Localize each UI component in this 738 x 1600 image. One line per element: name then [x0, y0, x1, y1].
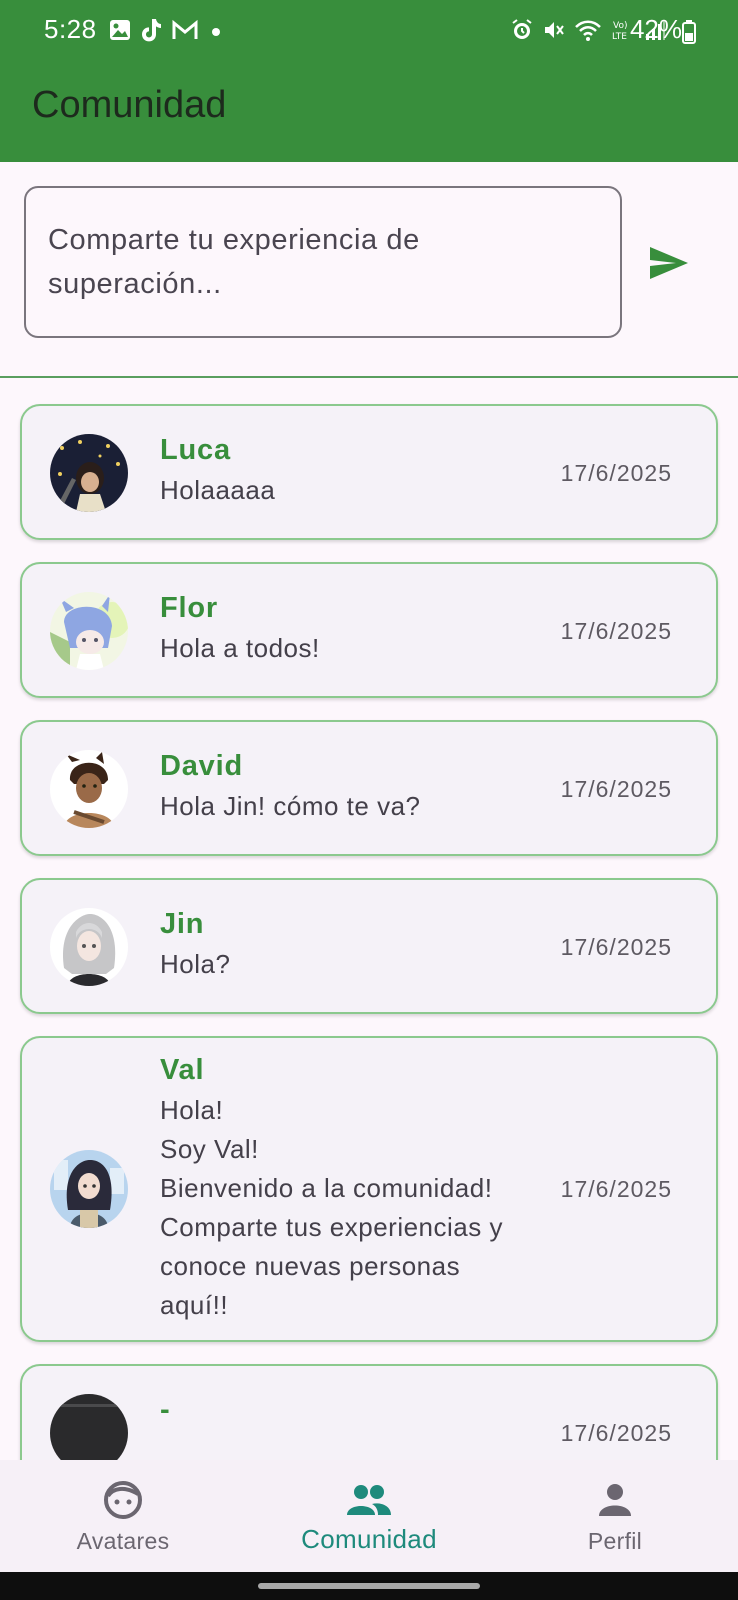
person-icon: [599, 1484, 631, 1516]
group-icon: [347, 1485, 391, 1515]
nav-perfil[interactable]: Perfil: [492, 1460, 738, 1572]
avatar[interactable]: [50, 1150, 128, 1228]
post-date: 17/6/2025: [560, 776, 672, 802]
face-icon: [104, 1481, 142, 1519]
avatar[interactable]: [50, 434, 128, 512]
experience-input[interactable]: Comparte tu experiencia de superación...: [24, 186, 622, 338]
gallery-icon: [110, 20, 130, 40]
post-body: Flor Hola a todos!: [160, 592, 320, 668]
nav-avatares[interactable]: Avatares: [0, 1460, 246, 1572]
post-text: Hola?: [160, 949, 231, 979]
nav-label: Avatares: [76, 1528, 170, 1554]
post-body: David Hola Jin! cómo te va?: [160, 750, 421, 826]
post-date: 17/6/2025: [560, 618, 672, 644]
post-card[interactable]: - 17/6/2025: [20, 1364, 718, 1460]
post-author: Flor: [160, 592, 218, 624]
post-author: Val: [160, 1054, 205, 1086]
post-body: Jin Hola?: [160, 908, 230, 984]
post-body: Val Hola! Soy Val! Bienvenido a la comun…: [160, 1054, 530, 1325]
post-text: Hola a todos!: [160, 633, 320, 663]
avatar-val: [50, 1150, 128, 1228]
dot-icon: [212, 28, 220, 36]
post-card[interactable]: David Hola Jin! cómo te va? 17/6/2025: [20, 720, 718, 856]
community-feed[interactable]: Luca Holaaaaa 17/6/2025 Flor Hola a todo…: [0, 380, 738, 1460]
avatar[interactable]: [50, 750, 128, 828]
svg-text:LTE: LTE: [612, 32, 627, 42]
avatar[interactable]: [50, 908, 128, 986]
post-composer: Comparte tu experiencia de superación...: [0, 162, 738, 378]
post-body: Luca Holaaaaa: [160, 434, 275, 510]
avatar-luca: [50, 434, 128, 512]
post-author: Jin: [160, 908, 205, 940]
nav-label: Perfil: [587, 1528, 643, 1554]
post-author: David: [160, 750, 243, 782]
mute-icon: [545, 22, 564, 38]
battery-percent: 42%: [629, 14, 682, 44]
tiktok-icon: [142, 19, 161, 42]
post-card[interactable]: Jin Hola? 17/6/2025: [20, 878, 718, 1014]
nav-label: Comunidad: [301, 1524, 437, 1554]
wifi-icon: [575, 20, 601, 41]
avatar-david: [50, 750, 128, 828]
alarm-icon: [512, 19, 532, 39]
avatar[interactable]: [50, 1394, 128, 1460]
avatar-flor: [50, 592, 128, 670]
post-date: 17/6/2025: [560, 1176, 672, 1202]
post-text: Holaaaaa: [160, 475, 276, 505]
nav-comunidad[interactable]: Comunidad: [246, 1460, 492, 1572]
status-time: 5:28: [44, 14, 97, 44]
app-bar: Comunidad: [0, 62, 738, 162]
bottom-navigation: Avatares Comunidad Perfil: [0, 1460, 738, 1572]
post-body: -: [160, 1394, 170, 1431]
avatar[interactable]: [50, 592, 128, 670]
battery-icon: [682, 20, 696, 44]
avatar-dark: [50, 1394, 128, 1460]
post-card[interactable]: Val Hola! Soy Val! Bienvenido a la comun…: [20, 1036, 718, 1342]
send-icon: [650, 247, 688, 279]
post-card[interactable]: Luca Holaaaaa 17/6/2025: [20, 404, 718, 540]
send-button[interactable]: [646, 240, 692, 286]
gmail-icon: [172, 19, 198, 39]
post-date: 17/6/2025: [560, 460, 672, 486]
page-title: Comunidad: [32, 84, 227, 126]
post-date: 17/6/2025: [560, 1420, 672, 1446]
avatar-jin: [50, 908, 128, 986]
status-bar: 5:28 Vo) LTE 42%: [0, 0, 738, 62]
status-left-icons: [108, 17, 226, 43]
post-text: Hola Jin! cómo te va?: [160, 791, 421, 821]
gesture-area: [0, 1572, 738, 1600]
post-card[interactable]: Flor Hola a todos! 17/6/2025: [20, 562, 718, 698]
home-gesture-handle[interactable]: [258, 1583, 480, 1589]
post-text: Hola! Soy Val! Bienvenido a la comunidad…: [160, 1095, 503, 1320]
post-date: 17/6/2025: [560, 934, 672, 960]
post-author: -: [160, 1394, 171, 1426]
svg-text:Vo): Vo): [613, 21, 627, 31]
post-author: Luca: [160, 434, 231, 466]
